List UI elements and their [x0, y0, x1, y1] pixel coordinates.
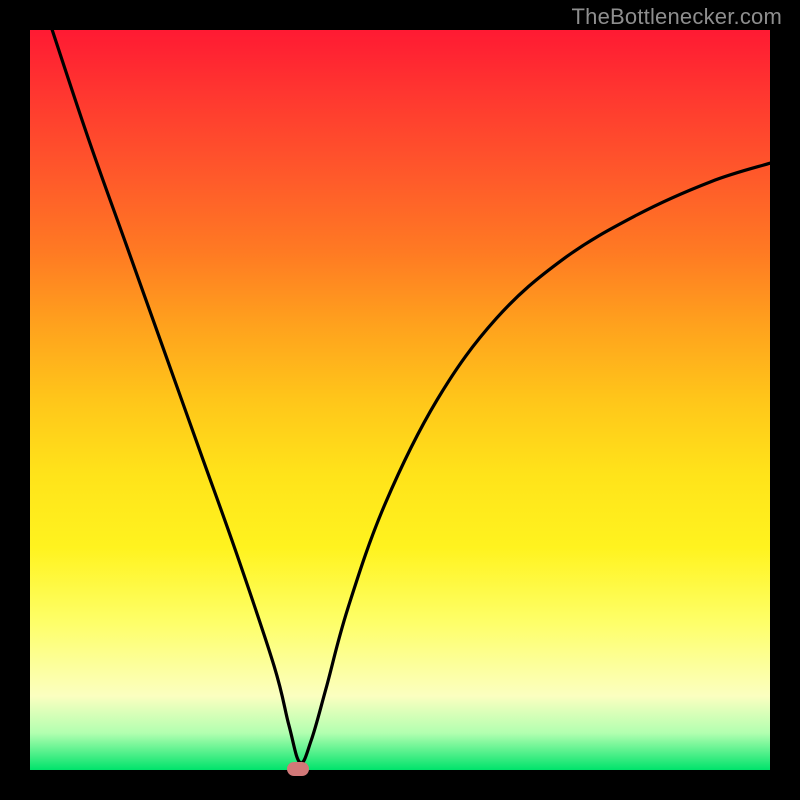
- plot-area: [30, 30, 770, 770]
- bottleneck-curve: [52, 30, 770, 763]
- chart-container: TheBottlenecker.com: [0, 0, 800, 800]
- optimum-marker: [287, 762, 309, 776]
- source-label: TheBottlenecker.com: [572, 4, 782, 30]
- curve-svg: [30, 30, 770, 770]
